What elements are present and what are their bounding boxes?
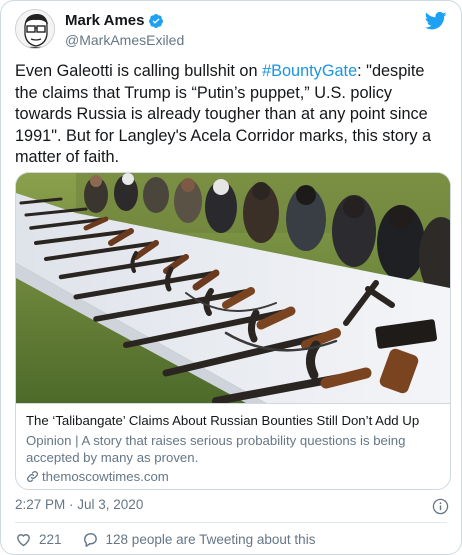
like-button[interactable]: 221	[15, 531, 62, 548]
heart-icon	[15, 531, 32, 548]
divider	[15, 522, 447, 523]
hashtag-link[interactable]: #BountyGate	[262, 62, 357, 80]
author-names: Mark Ames @MarkAmesExiled	[65, 12, 184, 48]
twitter-bird-icon[interactable]	[424, 11, 447, 31]
info-icon[interactable]	[432, 498, 449, 515]
link-card[interactable]: The ‘Talibangate’ Claims About Russian B…	[15, 172, 451, 490]
tweet-text-part: Even Galeotti is calling bullshit on	[15, 62, 263, 80]
card-body[interactable]: The ‘Talibangate’ Claims About Russian B…	[16, 403, 450, 489]
timestamp-link[interactable]: 2:27 PM · Jul 3, 2020	[15, 497, 143, 512]
verified-icon	[148, 13, 164, 29]
tweet-meta: 2:27 PM · Jul 3, 2020	[15, 497, 451, 517]
tweet-text: Even Galeotti is calling bullshit on #Bo…	[15, 61, 451, 169]
card-domain-text: themoscowtimes.com	[42, 469, 169, 484]
display-name[interactable]: Mark Ames	[65, 12, 144, 29]
conversation-link[interactable]: 128 people are Tweeting about this	[82, 531, 316, 548]
tweet-header: Mark Ames @MarkAmesExiled	[15, 9, 447, 53]
author-handle[interactable]: @MarkAmesExiled	[65, 32, 184, 48]
avatar[interactable]	[15, 9, 55, 49]
like-count: 221	[39, 531, 62, 547]
card-image[interactable]	[16, 173, 450, 403]
tweet-actions: 221 128 people are Tweeting about this	[15, 529, 335, 549]
conversation-text: 128 people are Tweeting about this	[105, 531, 316, 547]
reply-icon	[82, 531, 99, 548]
card-domain[interactable]: themoscowtimes.com	[26, 468, 440, 485]
card-description: Opinion | A story that raises serious pr…	[26, 433, 406, 465]
card-title[interactable]: The ‘Talibangate’ Claims About Russian B…	[26, 412, 440, 429]
link-icon	[26, 470, 39, 483]
tweet-embed: Mark Ames @MarkAmesExiled Even Galeotti …	[0, 0, 462, 555]
